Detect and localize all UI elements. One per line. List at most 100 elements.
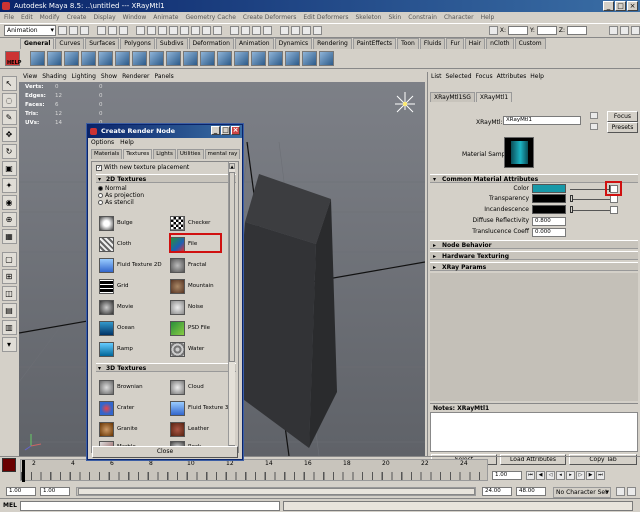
show-manip-icon[interactable]: ⊕ (1, 212, 17, 227)
shelf-tab-polygons[interactable]: Polygons (120, 38, 155, 49)
x-field[interactable] (507, 26, 528, 35)
section-3d-textures[interactable]: 3D Textures (96, 363, 236, 373)
mask-dynamic-icon[interactable] (191, 26, 200, 35)
menu-character[interactable]: Character (444, 12, 474, 23)
menu-animate[interactable]: Animate (153, 12, 178, 23)
shelf-icon-17[interactable] (302, 51, 317, 66)
mode-selector[interactable]: Animation (4, 25, 56, 36)
panel-menu-shading[interactable]: Shading (42, 72, 66, 82)
mask-surface-icon[interactable] (169, 26, 178, 35)
y-field[interactable] (536, 26, 557, 35)
menu-display[interactable]: Display (94, 12, 116, 23)
attr-menu-focus[interactable]: Focus (476, 72, 493, 82)
menu-window[interactable]: Window (123, 12, 147, 23)
step-back-icon[interactable]: ◀ (536, 471, 545, 480)
menu-edit-deformers[interactable]: Edit Deformers (303, 12, 348, 23)
dialog-menu-options[interactable]: Options (91, 138, 114, 147)
mask-curve-icon[interactable] (158, 26, 167, 35)
shelf-icon-18[interactable] (319, 51, 334, 66)
shelf-tab-fur[interactable]: Fur (446, 38, 464, 49)
shelf-icon-15[interactable] (268, 51, 283, 66)
shelf-tab-rendering[interactable]: Rendering (313, 38, 352, 49)
rotate-tool-icon[interactable]: ↻ (1, 144, 17, 159)
auto-key-icon[interactable] (616, 487, 625, 496)
panel-menu-renderer[interactable]: Renderer (122, 72, 149, 82)
transparency-map-button[interactable] (610, 195, 618, 203)
attr-menu-list[interactable]: List (431, 72, 442, 82)
shelf-tab-hair[interactable]: Hair (464, 38, 486, 49)
snap-curve-icon[interactable] (241, 26, 250, 35)
dialog-scrollbar[interactable]: ▲ ▼ (228, 162, 235, 452)
step-forward-key-icon[interactable]: ▷ (576, 471, 585, 480)
translucence-field[interactable]: 0.000 (532, 228, 566, 237)
node-grid[interactable]: Grid (97, 277, 163, 295)
transparency-slider-knob[interactable] (570, 195, 573, 202)
new-scene-icon[interactable] (58, 26, 67, 35)
shelf-icon-3[interactable] (64, 51, 79, 66)
panel-menu-show[interactable]: Show (101, 72, 117, 82)
node-brownian[interactable]: Brownian (97, 378, 163, 396)
maximize-button[interactable]: □ (615, 1, 626, 11)
shelf-icon-5[interactable] (98, 51, 113, 66)
section-hardware-texturing[interactable]: Hardware Texturing (430, 251, 638, 261)
open-scene-icon[interactable] (69, 26, 78, 35)
shelf-icon-12[interactable] (217, 51, 232, 66)
node-fractal[interactable]: Fractal (168, 256, 234, 274)
go-end-icon[interactable]: ⏭ (596, 471, 605, 480)
shelf-icon-1[interactable] (30, 51, 45, 66)
shelf-icon-8[interactable] (149, 51, 164, 66)
tab-materials[interactable]: Materials (91, 149, 123, 159)
show-tool-settings-icon[interactable] (620, 26, 629, 35)
layout-persp-graph-icon[interactable]: ▤ (1, 303, 17, 318)
node-crater[interactable]: Crater (97, 399, 163, 417)
paint-select-icon[interactable]: ✎ (1, 110, 17, 125)
shelf-icon-16[interactable] (285, 51, 300, 66)
node-leather[interactable]: Leather (168, 420, 234, 438)
last-tool-icon[interactable]: ▦ (1, 229, 17, 244)
current-time-field[interactable]: 1.00 (492, 471, 522, 480)
node-ocean[interactable]: Ocean (97, 319, 163, 337)
node-psd-file[interactable]: PSD File (168, 319, 234, 337)
lasso-tool-icon[interactable]: ◌ (1, 93, 17, 108)
panel-menu-view[interactable]: View (23, 72, 37, 82)
menu-file[interactable]: File (4, 12, 14, 23)
render-globals-icon[interactable] (313, 26, 322, 35)
color-swatch[interactable] (532, 184, 566, 193)
menu-skin[interactable]: Skin (388, 12, 401, 23)
scroll-thumb[interactable] (229, 172, 235, 362)
shelf-icon-14[interactable] (251, 51, 266, 66)
shelf-icon-10[interactable] (183, 51, 198, 66)
range-end-field[interactable]: 48.00 (516, 487, 546, 496)
node-fluid-texture-2d[interactable]: Fluid Texture 2D (97, 256, 163, 274)
attr-menu-help[interactable]: Help (530, 72, 544, 82)
dialog-minimize-button[interactable]: _ (211, 126, 220, 135)
shelf-icon-7[interactable] (132, 51, 147, 66)
layout-four-icon[interactable]: ⊞ (1, 269, 17, 284)
range-slider[interactable] (76, 487, 476, 496)
snap-grid-icon[interactable] (230, 26, 239, 35)
z-field[interactable] (567, 26, 587, 35)
tab-xraymtl1sg[interactable]: XRayMtl1SG (430, 92, 475, 102)
shelf-tab-toon[interactable]: Toon (397, 38, 419, 49)
menu-constrain[interactable]: Constrain (408, 12, 437, 23)
close-button[interactable]: × (627, 1, 638, 11)
shelf-icon-11[interactable] (200, 51, 215, 66)
incandescence-swatch[interactable] (532, 205, 566, 214)
playback-end-field[interactable]: 24.00 (482, 487, 512, 496)
scroll-up-icon[interactable]: ▲ (229, 163, 235, 169)
move-tool-icon[interactable]: ✥ (1, 127, 17, 142)
layout-persp-outliner-icon[interactable]: ◫ (1, 286, 17, 301)
mask-handle-icon[interactable] (136, 26, 145, 35)
texture-placement-checkbox[interactable]: ✓ (96, 164, 102, 171)
playback-start-field[interactable]: 1.00 (40, 487, 70, 496)
history-icon[interactable] (280, 26, 289, 35)
tab-textures[interactable]: Textures (123, 149, 153, 159)
dialog-close-button[interactable]: Close (92, 446, 238, 458)
snap-plane-icon[interactable] (263, 26, 272, 35)
node-mountain[interactable]: Mountain (168, 277, 234, 295)
select-input-icon[interactable] (590, 112, 598, 119)
diffuse-field[interactable]: 0.800 (532, 217, 566, 226)
render-frame-icon[interactable] (291, 26, 300, 35)
scale-tool-icon[interactable]: ▣ (1, 161, 17, 176)
range-start-field[interactable]: 1.00 (6, 487, 36, 496)
